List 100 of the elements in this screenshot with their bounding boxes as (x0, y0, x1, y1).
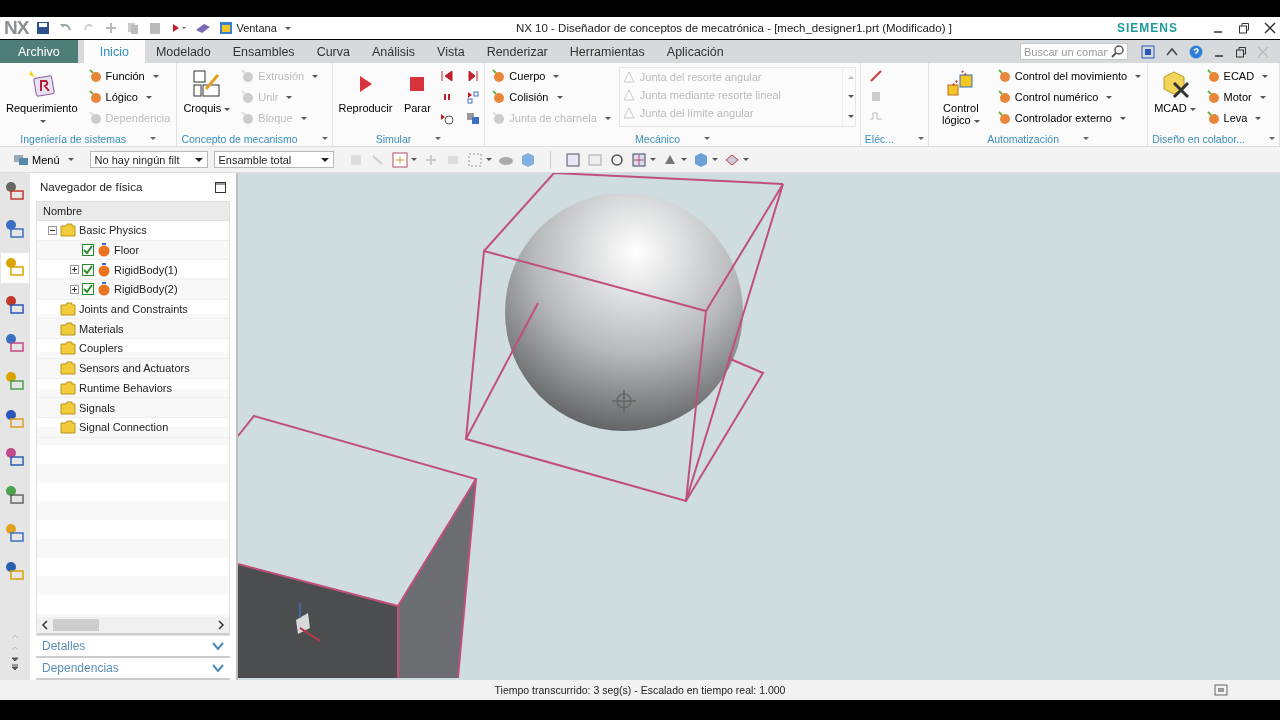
search-icon[interactable] (1111, 45, 1124, 58)
tree-item[interactable]: Joints and Constraints (79, 303, 188, 316)
ribbon-button[interactable]: MCAD (1152, 67, 1198, 117)
tree-item[interactable]: Runtime Behaviors (79, 381, 172, 394)
save-icon[interactable] (36, 21, 51, 35)
ribbon-button[interactable]: Requerimiento (4, 67, 80, 129)
ribbon-tab[interactable]: Inicio (83, 40, 145, 63)
navigator-title: Navegador de física (40, 181, 143, 193)
rewind-icon[interactable] (440, 69, 455, 83)
tree-item[interactable]: Signals (79, 401, 116, 414)
tree-item[interactable]: Couplers (79, 342, 124, 355)
tool-icon (491, 90, 506, 104)
ribbon-button[interactable]: Control numérico (994, 88, 1144, 106)
restore-icon[interactable] (1235, 45, 1247, 58)
tool-icon (87, 90, 102, 104)
visibility-checkbox[interactable] (82, 244, 94, 257)
tool-icon (996, 90, 1011, 104)
tool-icon (1205, 69, 1220, 83)
ribbon-button[interactable]: Colisión (489, 88, 613, 106)
ribbon-button[interactable]: Lógico (85, 88, 173, 106)
tree-item[interactable]: Floor (114, 244, 140, 257)
chevron-icon (212, 641, 224, 651)
window-icon[interactable] (1141, 44, 1155, 59)
menu-button[interactable]: Menú (8, 152, 80, 167)
tool-icon (491, 111, 506, 125)
ribbon-button[interactable]: Parar (400, 67, 435, 117)
tree-item[interactable]: Basic Physics (79, 224, 147, 237)
wire-icon[interactable] (868, 69, 885, 83)
status-text: Tiempo transcurrido: 3 seg(s) - Escalado en tiempo real: 1.000 (494, 684, 786, 696)
fit-icon[interactable] (564, 151, 581, 168)
ribbon-button[interactable]: Leva (1203, 109, 1271, 127)
tool-icon (240, 69, 255, 83)
tool-icon (1205, 111, 1220, 125)
timer-icon[interactable] (440, 111, 455, 125)
chevron-icon (212, 663, 224, 673)
expander-icon[interactable] (48, 225, 57, 235)
search-field[interactable]: Buscar un coman (1020, 43, 1128, 60)
check-icon (83, 264, 93, 275)
folder-icon (60, 400, 76, 415)
restore-icon[interactable] (1238, 22, 1250, 34)
tree-item[interactable]: RigidBody(1) (114, 263, 178, 276)
ribbon-button[interactable]: Control del movimiento (994, 67, 1144, 85)
tool-icon (87, 69, 102, 83)
scroll-arrows-icon[interactable] (10, 632, 20, 672)
tree-item[interactable]: Materials (79, 322, 124, 335)
ribbon-tab[interactable]: Archivo (0, 40, 78, 63)
cube-icon[interactable] (692, 151, 709, 168)
ribbon-button[interactable]: Controlador externo (994, 109, 1144, 127)
rotate-icon[interactable] (608, 151, 625, 168)
ribbon-tab[interactable]: Aplicación (655, 40, 735, 63)
visibility-checkbox[interactable] (82, 263, 94, 276)
group-label: Diseño en colabor... (1152, 132, 1245, 145)
group-label: Concepto de mecanismo (181, 132, 298, 145)
tool-icon (996, 69, 1011, 83)
ribbon-button[interactable]: Control lógico (933, 67, 989, 129)
group-label: Simular (375, 132, 412, 145)
folder-icon (60, 361, 76, 376)
group-label: Ingeniería de sistemas (20, 132, 126, 145)
window-menu[interactable]: Ventana (220, 22, 291, 34)
visibility-checkbox[interactable] (82, 283, 94, 296)
resource-tab-icon[interactable] (1, 253, 29, 283)
expander-icon[interactable] (70, 265, 79, 275)
ribbon-button[interactable]: ECAD (1203, 67, 1271, 85)
play-icon[interactable] (170, 21, 187, 35)
window-icon (220, 22, 233, 34)
rigid-body-icon (97, 243, 111, 258)
scope-dropdown[interactable]: Ensamble total (213, 151, 334, 168)
ribbon-tab[interactable]: Modelado (144, 40, 222, 63)
tool-icon (87, 111, 102, 125)
maximize-icon[interactable] (215, 181, 226, 193)
expander-icon[interactable] (70, 284, 79, 294)
fullscreen-icon[interactable] (1214, 684, 1228, 696)
rigid-body-icon (97, 282, 111, 297)
help-icon[interactable] (1189, 44, 1203, 59)
ribbon-tab[interactable]: Análisis (360, 40, 427, 63)
layout-icon[interactable] (630, 151, 647, 168)
horizontal-scrollbar[interactable] (37, 617, 229, 635)
filter-icon[interactable] (391, 151, 408, 168)
ribbon-button[interactable]: Cuerpo (489, 67, 613, 85)
snapshot-icon[interactable] (466, 90, 481, 104)
column-header[interactable]: Nombre (37, 202, 229, 221)
group-label: Eléc... (864, 132, 894, 145)
scrollbar-thumb[interactable] (53, 619, 99, 631)
ribbon-button[interactable]: Motor (1203, 88, 1271, 106)
ribbon-tab[interactable]: Herramientas (558, 40, 656, 63)
ribbon-tab[interactable]: Ensambles (221, 40, 306, 63)
app-logo: NX (4, 17, 29, 39)
ribbon-tab[interactable]: Renderizar (475, 40, 559, 63)
close-icon[interactable] (1264, 22, 1276, 34)
tree-item[interactable]: Signal Connection (79, 421, 169, 434)
brand-logo: SIEMENS (1117, 21, 1178, 35)
step-icon[interactable] (466, 69, 481, 83)
copy-icon[interactable] (466, 111, 481, 125)
filter-dropdown[interactable]: No hay ningún filt (89, 151, 208, 168)
ribbon-button[interactable]: Reproducir (336, 67, 395, 117)
ribbon-button[interactable]: Función (85, 67, 173, 85)
check-icon (83, 245, 93, 256)
ribbon-tab[interactable]: Curva (305, 40, 361, 63)
ribbon-tab[interactable]: Vista (426, 40, 476, 63)
ribbon-button[interactable]: Croquis (181, 67, 233, 117)
